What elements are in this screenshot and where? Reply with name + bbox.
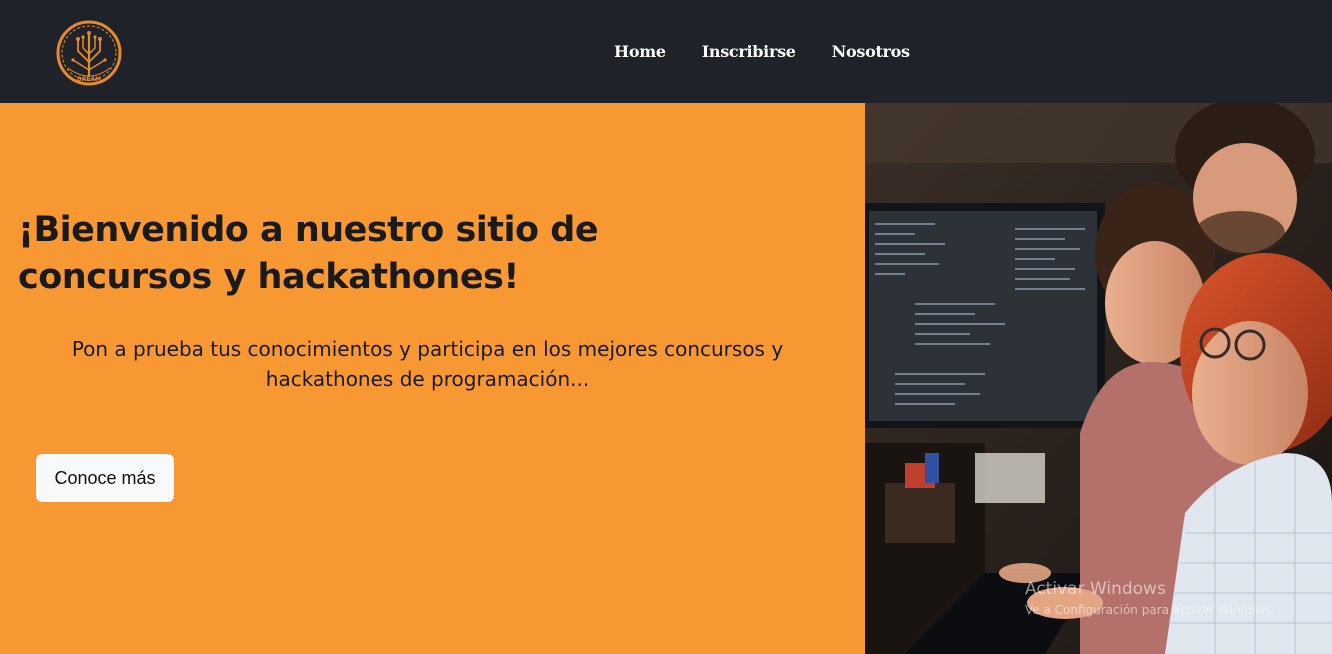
hero-section: ¡Bienvenido a nuestro sitio de concursos… (0, 103, 865, 654)
people-coding-photo (865, 103, 1332, 654)
dream-logo[interactable]: DREAM (54, 18, 124, 88)
hero-title: ¡Bienvenido a nuestro sitio de concursos… (18, 210, 599, 297)
logo-text: DREAM (77, 76, 101, 83)
nav-link-inscribirse[interactable]: Inscribirse (688, 34, 810, 69)
logo-icon: DREAM (56, 20, 122, 86)
conoce-mas-button[interactable]: Conoce más (36, 454, 174, 502)
nav-link-home[interactable]: Home (600, 34, 680, 69)
hero-subtitle: Pon a prueba tus conocimientos y partici… (71, 337, 784, 391)
main-nav: Home Inscribirse Nosotros (600, 0, 924, 103)
navbar: DREAM Home Inscribirse Nosotros (0, 0, 1332, 103)
nav-link-nosotros[interactable]: Nosotros (818, 34, 924, 69)
